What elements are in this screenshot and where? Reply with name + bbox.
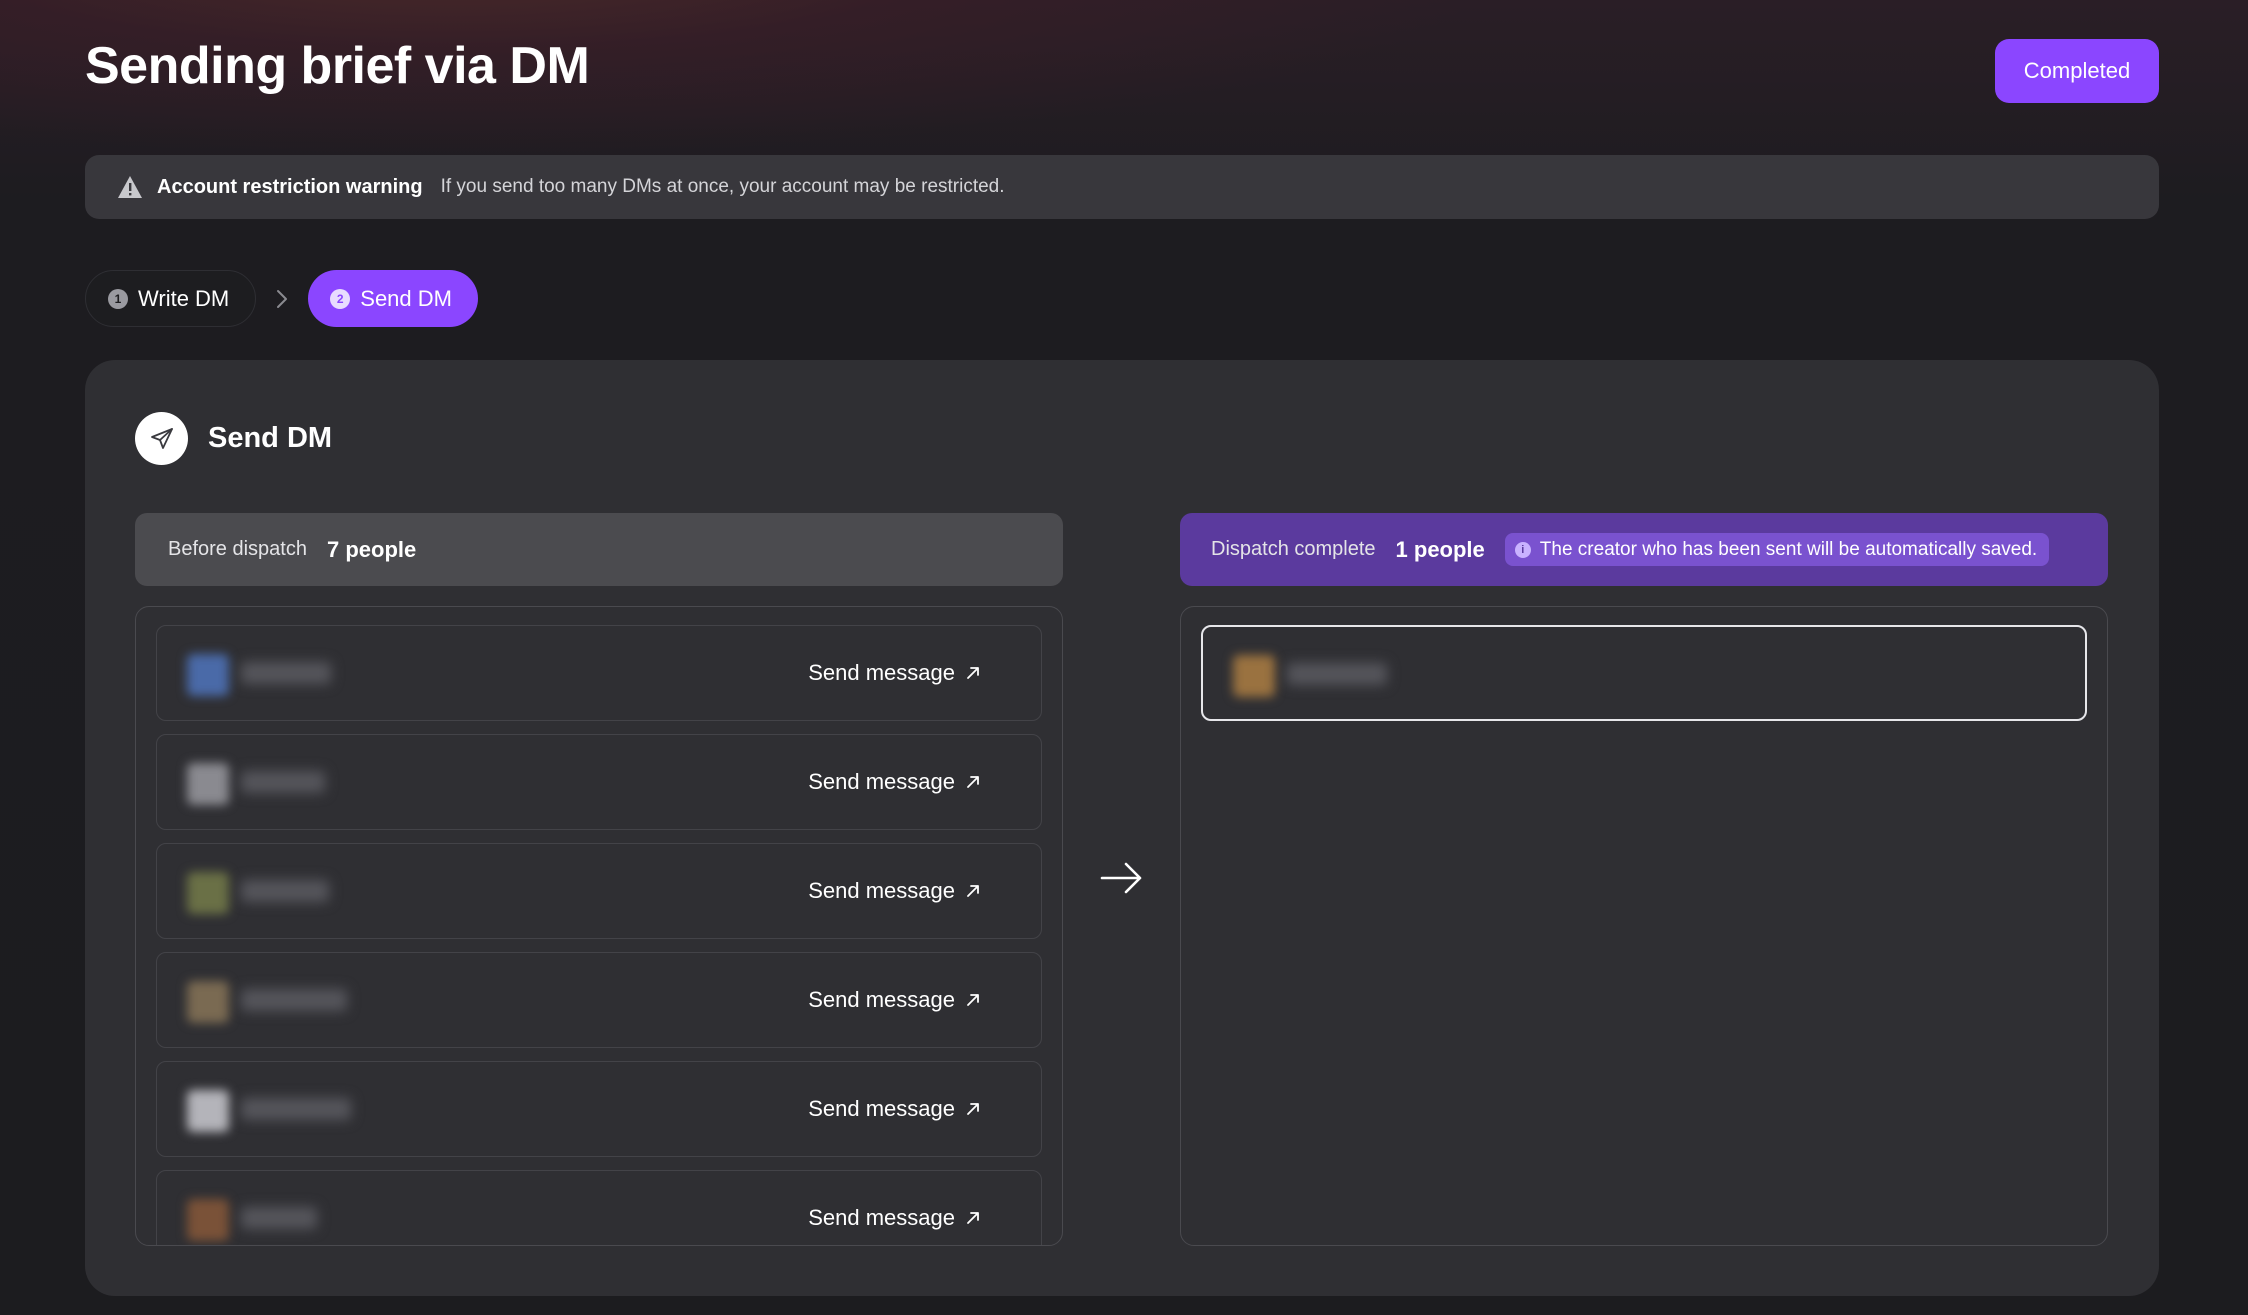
creator-name <box>241 989 347 1011</box>
list-item: Send message <box>156 952 1042 1048</box>
creator-name <box>241 771 325 793</box>
send-message-label: Send message <box>808 1205 955 1230</box>
send-message-label: Send message <box>808 987 955 1012</box>
creator-name <box>1287 663 1387 685</box>
dispatch-complete-header: Dispatch complete 1 people i The creator… <box>1180 513 2108 586</box>
warning-banner: Account restriction warning If you send … <box>85 155 2159 219</box>
step-label: Send DM <box>360 285 452 311</box>
avatar <box>187 763 229 805</box>
avatar <box>1233 655 1275 697</box>
list-item <box>1201 625 2087 721</box>
list-item: Send message <box>156 734 1042 830</box>
avatar <box>187 981 229 1023</box>
creator-name <box>241 880 329 902</box>
arrow-up-right-icon <box>967 885 979 897</box>
chevron-right-icon <box>256 288 308 310</box>
stepper: 1 Write DM 2 Send DM <box>85 270 478 327</box>
send-message-label: Send message <box>808 769 955 794</box>
dispatch-complete-count: 1 people <box>1395 536 1485 562</box>
info-icon: i <box>1514 541 1531 558</box>
send-message-label: Send message <box>808 660 955 685</box>
warning-triangle-icon <box>118 176 142 198</box>
arrow-up-right-icon <box>967 1103 979 1115</box>
arrow-up-right-icon <box>967 1212 979 1224</box>
auto-save-text: The creator who has been sent will be au… <box>1539 538 2038 560</box>
step-number: 1 <box>108 288 128 309</box>
step-write-dm[interactable]: 1 Write DM <box>85 270 257 327</box>
send-message-label: Send message <box>808 1096 955 1121</box>
send-message-label: Send message <box>808 878 955 903</box>
before-dispatch-label: Before dispatch <box>168 538 307 560</box>
send-message-link[interactable]: Send message <box>808 953 981 1047</box>
arrow-up-right-icon <box>967 776 979 788</box>
list-item: Send message <box>156 1061 1042 1157</box>
send-message-link[interactable]: Send message <box>808 735 981 829</box>
send-message-link[interactable]: Send message <box>808 1062 981 1156</box>
arrow-up-right-icon <box>967 667 979 679</box>
arrow-up-right-icon <box>967 994 979 1006</box>
dispatch-complete-label: Dispatch complete <box>1211 538 1376 560</box>
sent-list[interactable] <box>1180 606 2108 1246</box>
completed-button[interactable]: Completed <box>1995 39 2159 103</box>
paper-plane-icon <box>135 412 188 465</box>
creator-name <box>241 1098 351 1120</box>
step-number: 2 <box>330 288 351 309</box>
avatar <box>187 1199 229 1241</box>
send-message-link[interactable]: Send message <box>808 1171 981 1245</box>
send-dm-card: Send DM Before dispatch 7 people Dispatc… <box>85 360 2159 1296</box>
before-dispatch-count: 7 people <box>326 536 417 562</box>
step-label: Write DM <box>138 285 230 311</box>
creator-name <box>241 1207 317 1229</box>
card-title: Send DM <box>208 422 333 454</box>
list-item: Send message <box>156 1170 1042 1245</box>
before-dispatch-header: Before dispatch 7 people <box>135 513 1063 586</box>
card-header: Send DM <box>135 412 332 465</box>
creator-name <box>241 662 331 684</box>
list-item: Send message <box>156 843 1042 939</box>
arrow-right-icon <box>1100 860 1144 901</box>
auto-save-notice: i The creator who has been sent will be … <box>1504 533 2050 566</box>
warning-text: If you send too many DMs at once, your a… <box>440 176 1005 197</box>
send-message-link[interactable]: Send message <box>808 844 981 938</box>
avatar <box>187 1090 229 1132</box>
avatar <box>187 872 229 914</box>
avatar <box>187 654 229 696</box>
step-send-dm[interactable]: 2 Send DM <box>308 270 478 327</box>
page-title: Sending brief via DM <box>85 37 590 95</box>
pending-list[interactable]: Send message Send message Send message S… <box>135 606 1063 1246</box>
warning-title: Account restriction warning <box>157 175 423 198</box>
list-item: Send message <box>156 625 1042 721</box>
send-message-link[interactable]: Send message <box>808 626 981 720</box>
